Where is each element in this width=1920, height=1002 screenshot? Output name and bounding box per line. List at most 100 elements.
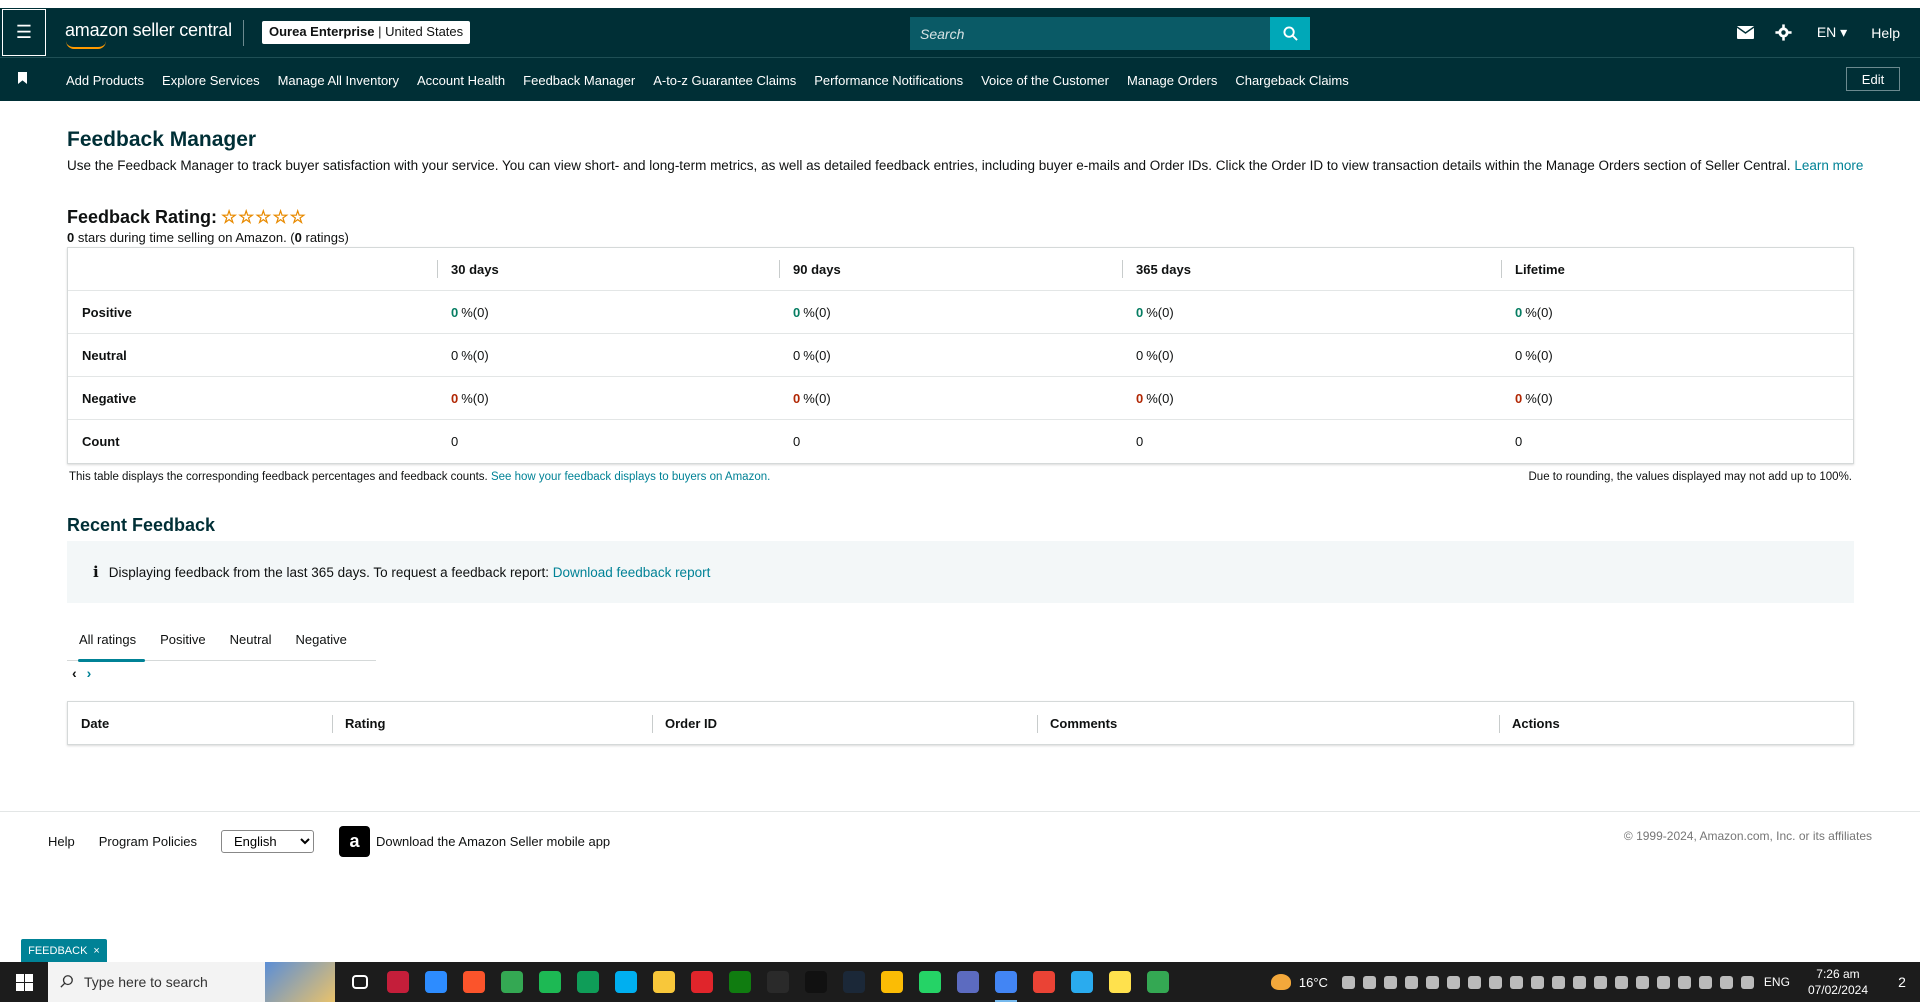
language-selector[interactable]: EN ▾ xyxy=(1817,24,1847,41)
tray-app-icon[interactable] xyxy=(1404,975,1418,989)
acrobat-icon[interactable] xyxy=(683,962,721,1002)
calculator-icon[interactable] xyxy=(949,962,987,1002)
nav-item-account-health[interactable]: Account Health xyxy=(417,73,505,88)
col-rating[interactable]: Rating xyxy=(332,702,652,744)
windows-start-icon[interactable] xyxy=(0,962,48,1002)
tray-app-icon[interactable] xyxy=(1593,975,1607,989)
search-button[interactable] xyxy=(1270,17,1310,50)
sticky-notes-icon[interactable] xyxy=(1101,962,1139,1002)
nav-item-chargeback-claims[interactable]: Chargeback Claims xyxy=(1235,73,1348,88)
learn-more-link[interactable]: Learn more xyxy=(1794,158,1863,173)
footer-help-link[interactable]: Help xyxy=(48,834,75,849)
col-actions[interactable]: Actions xyxy=(1499,702,1853,744)
tray-app-icon[interactable] xyxy=(1362,975,1376,989)
download-app-link[interactable]: Download the Amazon Seller mobile app xyxy=(376,834,610,849)
chrome-3-icon[interactable] xyxy=(1025,962,1063,1002)
tray-app-icon[interactable] xyxy=(1656,975,1670,989)
tray-app-icon[interactable] xyxy=(1383,975,1397,989)
tray-app-icon[interactable] xyxy=(1509,975,1523,989)
metric-suffix: %(0) xyxy=(461,304,489,320)
chrome-profile-icon[interactable] xyxy=(987,962,1025,1002)
clock[interactable]: 7:26 am 07/02/2024 xyxy=(1808,966,1868,998)
tray-app-icon[interactable] xyxy=(1446,975,1460,989)
feedback-tab-button[interactable]: FEEDBACK × xyxy=(21,939,107,962)
logo[interactable]: amazon seller central xyxy=(65,20,232,49)
tray-app-icon[interactable] xyxy=(1719,975,1733,989)
close-icon[interactable]: × xyxy=(93,945,99,957)
taskbar-search-input[interactable] xyxy=(84,974,234,990)
input-language[interactable]: ENG xyxy=(1764,975,1790,989)
col-order-id[interactable]: Order ID xyxy=(652,702,1037,744)
menu-icon[interactable]: ☰ xyxy=(2,9,46,56)
nav-item-feedback-manager[interactable]: Feedback Manager xyxy=(523,73,635,88)
nav-item-a-to-z-claims[interactable]: A-to-z Guarantee Claims xyxy=(653,73,796,88)
tray-app-icon[interactable] xyxy=(1614,975,1628,989)
mail-icon[interactable] xyxy=(1727,26,1765,39)
weather-widget[interactable]: 16°C xyxy=(1270,974,1328,990)
tray-app-icon[interactable] xyxy=(1677,975,1691,989)
chrome-4-icon[interactable] xyxy=(1139,962,1177,1002)
tray-app-icon[interactable] xyxy=(1530,975,1544,989)
col-date[interactable]: Date xyxy=(68,702,332,744)
metric-value: 0 xyxy=(451,304,459,320)
info-text: Displaying feedback from the last 365 da… xyxy=(108,564,549,580)
tray-app-icon[interactable] xyxy=(1572,975,1586,989)
tray-app-icon[interactable] xyxy=(1425,975,1439,989)
nav-item-voice-of-customer[interactable]: Voice of the Customer xyxy=(981,73,1109,88)
taskbar-search[interactable] xyxy=(48,962,335,1002)
tray-app-icon[interactable] xyxy=(1467,975,1481,989)
chrome-icon[interactable] xyxy=(493,962,531,1002)
help-link[interactable]: Help xyxy=(1871,25,1900,41)
tray-app-icon[interactable] xyxy=(1635,975,1649,989)
amazon-app-icon[interactable]: a xyxy=(339,825,371,857)
spotify-icon[interactable] xyxy=(531,962,569,1002)
settings-gear-icon[interactable] xyxy=(1765,24,1803,41)
zoom-icon[interactable] xyxy=(417,962,455,1002)
chrome-2-icon[interactable] xyxy=(873,962,911,1002)
skype-icon[interactable] xyxy=(607,962,645,1002)
chevron-left-icon[interactable]: ‹ xyxy=(72,665,77,681)
epic-games-icon[interactable] xyxy=(759,962,797,1002)
tray-app-icon[interactable] xyxy=(1740,975,1754,989)
edit-nav-button[interactable]: Edit xyxy=(1846,67,1900,91)
metric-cell: 0 %(0) xyxy=(1501,291,1853,333)
col-comments[interactable]: Comments xyxy=(1037,702,1499,744)
footer-language-select[interactable]: English xyxy=(221,829,315,853)
tab-all-ratings[interactable]: All ratings xyxy=(67,619,148,662)
footer-program-policies-link[interactable]: Program Policies xyxy=(99,834,197,849)
telegram-icon[interactable] xyxy=(1063,962,1101,1002)
nav-item-performance-notifications[interactable]: Performance Notifications xyxy=(814,73,963,88)
merchant-switcher[interactable]: Ourea Enterprise | United States xyxy=(262,21,471,44)
tab-positive[interactable]: Positive xyxy=(148,619,218,661)
task-view-icon[interactable] xyxy=(341,962,379,1002)
notification-icon[interactable]: 2 xyxy=(1884,962,1920,1002)
chevron-right-icon[interactable]: › xyxy=(87,665,92,681)
steam-icon[interactable] xyxy=(835,962,873,1002)
tray-app-icon[interactable] xyxy=(1341,975,1355,989)
brave-icon[interactable] xyxy=(455,962,493,1002)
search-input[interactable] xyxy=(910,17,1270,50)
nav-item-manage-all-inventory[interactable]: Manage All Inventory xyxy=(278,73,399,88)
tiktok-icon[interactable] xyxy=(797,962,835,1002)
divider xyxy=(243,20,244,46)
metric-cell: 0 %(0) xyxy=(1122,377,1501,419)
whatsapp-icon[interactable] xyxy=(911,962,949,1002)
tray-app-icon[interactable] xyxy=(1551,975,1565,989)
xbox-icon[interactable] xyxy=(721,962,759,1002)
tab-negative[interactable]: Negative xyxy=(284,619,359,661)
page-title: Feedback Manager xyxy=(67,128,257,151)
nav-item-manage-orders[interactable]: Manage Orders xyxy=(1127,73,1217,88)
chat-icon[interactable] xyxy=(569,962,607,1002)
feedback-display-link[interactable]: See how your feedback displays to buyers… xyxy=(491,471,770,483)
download-feedback-report-link[interactable]: Download feedback report xyxy=(553,565,711,580)
tray-app-icon[interactable] xyxy=(1488,975,1502,989)
file-explorer-icon[interactable] xyxy=(645,962,683,1002)
nav-item-explore-services[interactable]: Explore Services xyxy=(162,73,260,88)
tab-neutral[interactable]: Neutral xyxy=(218,619,284,661)
bookmark-icon[interactable] xyxy=(18,72,27,84)
nav-item-add-products[interactable]: Add Products xyxy=(66,73,144,88)
metric-suffix: %(0) xyxy=(1146,390,1174,406)
tray-app-icon[interactable] xyxy=(1698,975,1712,989)
amd-icon[interactable] xyxy=(379,962,417,1002)
table-note-text: This table displays the corresponding fe… xyxy=(69,471,488,483)
